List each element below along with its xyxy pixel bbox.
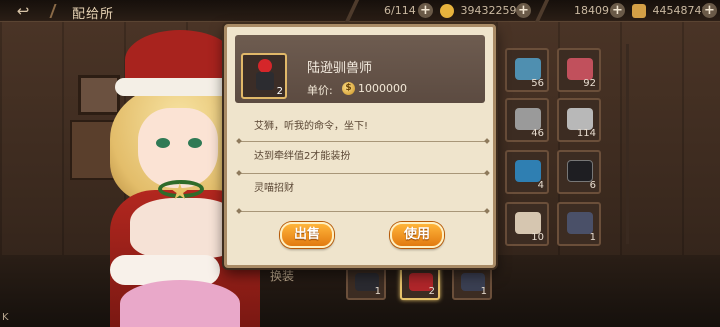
character-skirt <box>120 280 240 327</box>
divider <box>239 141 487 142</box>
coin-icon <box>440 4 454 18</box>
price-label: 单价: <box>307 84 333 97</box>
item-icon <box>567 58 593 80</box>
slot-qty: 6 <box>589 180 596 191</box>
diamond-readout: 44548748 <box>632 3 709 19</box>
inventory-slot[interactable]: 46 <box>505 98 549 142</box>
divider <box>239 173 487 174</box>
figure-body <box>256 72 274 90</box>
gem-icon <box>632 4 646 18</box>
item-detail-dialog: 2 陆逊驯兽师 单价: $ 1000000 艾狮，听我的命令，坐下! 达到牵绊值… <box>224 24 496 268</box>
slot-qty: 2 <box>428 286 435 297</box>
stamina-readout: 18409 <box>574 3 609 19</box>
inventory-scrollbar[interactable] <box>626 44 629 244</box>
slot-qty: 4 <box>537 180 544 191</box>
item-icon <box>515 58 541 80</box>
item-icon <box>567 160 593 182</box>
item-count: 2 <box>276 86 283 97</box>
divider <box>239 211 487 212</box>
item-quote: 艾狮，听我的命令，坐下! <box>254 121 369 132</box>
item-name: 陆逊驯兽师 <box>307 61 373 76</box>
inventory-slot[interactable]: 6 <box>557 150 601 194</box>
slot-qty: 1 <box>480 286 487 297</box>
slot-qty: 1 <box>589 232 596 243</box>
inventory-slot[interactable]: 4 <box>505 150 549 194</box>
capacity-readout: 6/114 <box>384 3 416 19</box>
inventory-grid: 56 92 46 114 4 6 10 1 <box>495 38 620 258</box>
right-eye <box>188 138 202 148</box>
beast-tamer-figure-icon <box>253 59 277 91</box>
bar-divider <box>344 0 360 22</box>
gold-value: 394322598 <box>460 4 524 17</box>
coin-icon: $ <box>342 82 355 95</box>
inventory-slot[interactable]: 92 <box>557 48 601 92</box>
page-title: 配给所 <box>72 7 115 22</box>
bar-divider <box>534 0 550 22</box>
capacity-value: 6/114 <box>384 4 416 17</box>
add-stamina-button[interactable]: + <box>610 3 625 18</box>
slot-qty: 56 <box>531 78 544 89</box>
inventory-slot[interactable]: 1 <box>557 202 601 246</box>
item-thumbnail: 2 <box>241 53 287 99</box>
back-button[interactable]: ↩ <box>4 2 42 20</box>
item-icon <box>515 160 541 182</box>
sell-button[interactable]: 出售 <box>280 222 334 248</box>
equip-slot-selected[interactable]: 2 <box>400 266 440 300</box>
gold-readout: 394322598 <box>440 3 524 19</box>
slot-qty: 1 <box>374 286 381 297</box>
use-button[interactable]: 使用 <box>390 222 444 248</box>
add-diamond-button[interactable]: + <box>702 3 717 18</box>
slot-qty: 92 <box>583 78 596 89</box>
add-gold-button[interactable]: + <box>516 3 531 18</box>
left-eye <box>156 138 170 148</box>
top-bar: ↩ 配给所 6/114 + 394322598 + 18409 + 445487… <box>0 0 720 22</box>
add-capacity-button[interactable]: + <box>418 3 433 18</box>
item-icon <box>567 212 593 234</box>
item-icon <box>515 108 541 130</box>
equip-slot[interactable]: 1 <box>346 266 386 300</box>
slot-qty: 10 <box>531 232 544 243</box>
equip-label: 换装 <box>270 269 295 283</box>
slot-qty: 46 <box>531 128 544 139</box>
slot-qty: 114 <box>576 128 596 139</box>
inventory-slot[interactable]: 56 <box>505 48 549 92</box>
price-value: 1000000 <box>358 82 407 95</box>
title-separator <box>49 4 69 18</box>
item-icon <box>515 212 541 234</box>
item-effect: 灵喵招财 <box>254 183 294 194</box>
equip-slot[interactable]: 1 <box>452 266 492 300</box>
inventory-slot[interactable]: 10 <box>505 202 549 246</box>
item-requirement: 达到牵绊值2才能装扮 <box>254 151 351 162</box>
star-ornament-icon: ★ <box>170 180 190 205</box>
corner-label: K <box>2 312 9 323</box>
character-face <box>138 108 218 188</box>
item-icon <box>567 108 593 130</box>
diamond-value: 44548748 <box>652 4 709 17</box>
inventory-slot[interactable]: 114 <box>557 98 601 142</box>
figure-head <box>258 59 272 73</box>
stamina-value: 18409 <box>574 4 609 17</box>
